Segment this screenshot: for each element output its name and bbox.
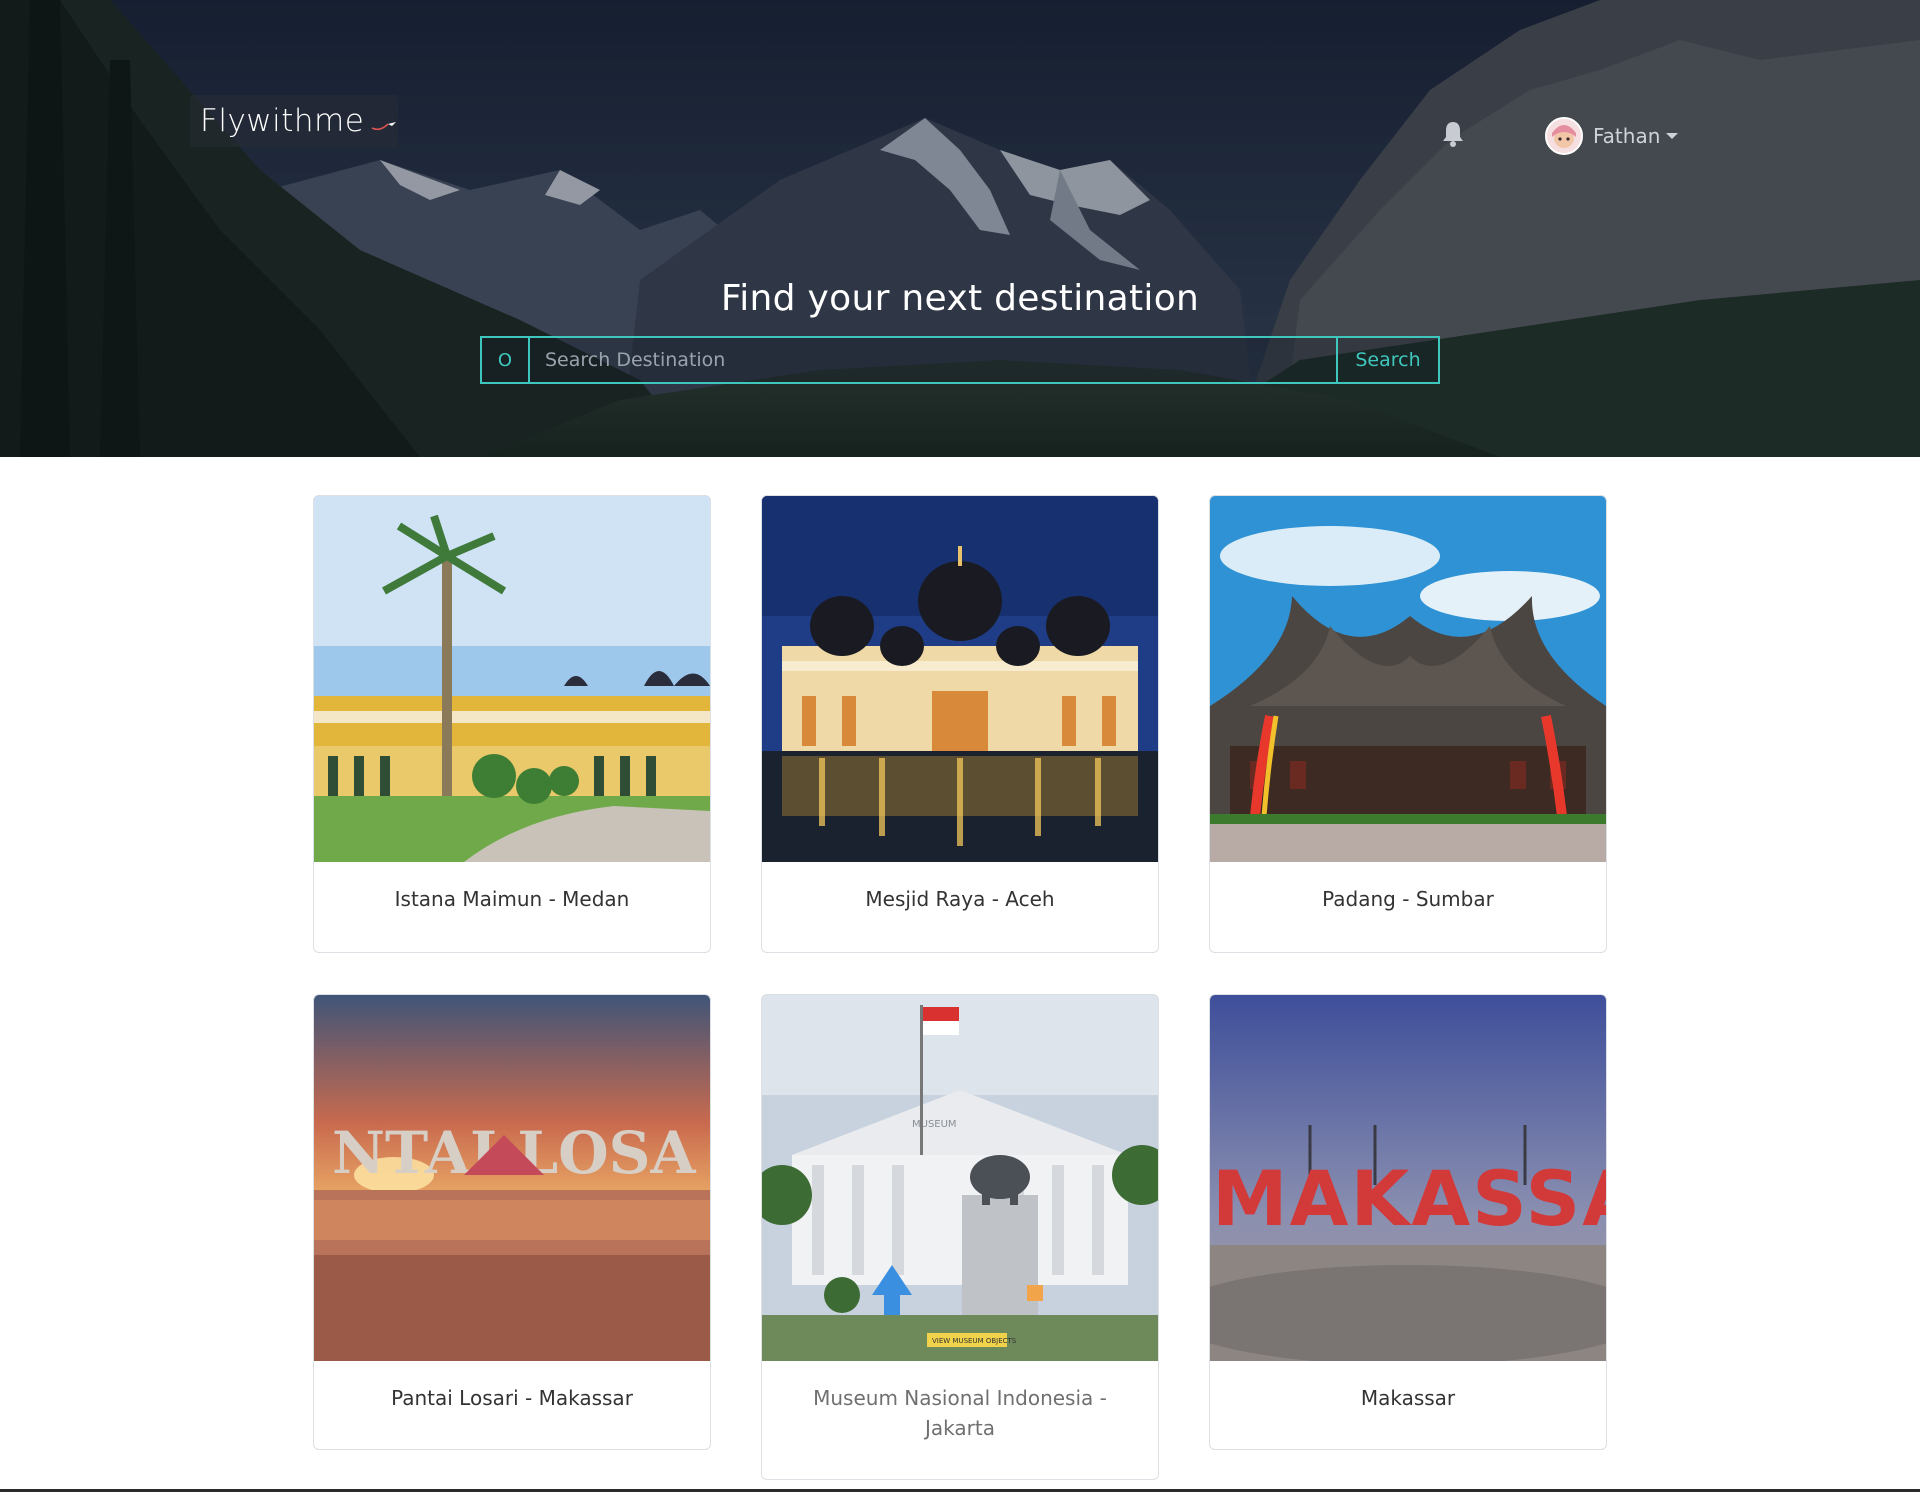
museum-facade-text: MUSEUM	[912, 1119, 957, 1130]
destination-image: NTAI LOSA	[314, 995, 710, 1361]
destination-image	[1210, 496, 1606, 862]
destination-caption: Padang - Sumbar	[1322, 887, 1494, 911]
destination-caption: Museum Nasional Indonesia - Jakarta	[813, 1386, 1107, 1440]
makassar-sign-text: MAKASSA	[1212, 1154, 1606, 1243]
plane-icon	[371, 122, 396, 131]
destination-card-istana-maimun[interactable]: Istana Maimun - Medan	[313, 495, 711, 953]
user-menu[interactable]: Fathan	[1545, 117, 1679, 155]
logo-text: Flywithme	[200, 103, 365, 139]
destination-card-pantai-losari[interactable]: NTAI LOSA Pantai Losari - Makassar	[313, 994, 711, 1450]
destination-image: MUSEUM VIEW MUSEUM OBJECTS	[762, 995, 1158, 1361]
search-icon: O	[482, 338, 530, 382]
destination-caption: Istana Maimun - Medan	[394, 887, 630, 911]
logo-link[interactable]: Flywithme	[190, 95, 398, 147]
destination-card-padang[interactable]: Padang - Sumbar	[1209, 495, 1607, 953]
destination-caption: Pantai Losari - Makassar	[391, 1386, 633, 1410]
destination-caption: Mesjid Raya - Aceh	[865, 887, 1055, 911]
destination-caption: Makassar	[1360, 1386, 1456, 1410]
avatar	[1545, 117, 1583, 155]
search-button[interactable]: Search	[1336, 338, 1438, 382]
hero-overlay	[0, 0, 1920, 457]
search-bar: O Search	[480, 336, 1440, 384]
destination-image: MAKASSA	[1210, 995, 1606, 1361]
hero-banner: Flywithme Fathan Find your next destinat…	[0, 0, 1920, 457]
destination-card-mesjid-raya[interactable]: Mesjid Raya - Aceh	[761, 495, 1159, 953]
destination-card-makassar[interactable]: MAKASSA Makassar	[1209, 994, 1607, 1450]
destination-image	[314, 496, 710, 862]
destination-image	[762, 496, 1158, 862]
user-name: Fathan	[1593, 124, 1661, 148]
page-title: Find your next destination	[720, 278, 1200, 319]
bell-icon[interactable]	[1440, 120, 1466, 148]
museum-sign-text: VIEW MUSEUM OBJECTS	[932, 1337, 1017, 1345]
chevron-down-icon	[1666, 133, 1679, 139]
destination-card-museum-nasional[interactable]: MUSEUM VIEW MUSEUM OBJECTS Museum Nasion…	[761, 994, 1159, 1480]
search-input[interactable]	[530, 338, 1336, 382]
